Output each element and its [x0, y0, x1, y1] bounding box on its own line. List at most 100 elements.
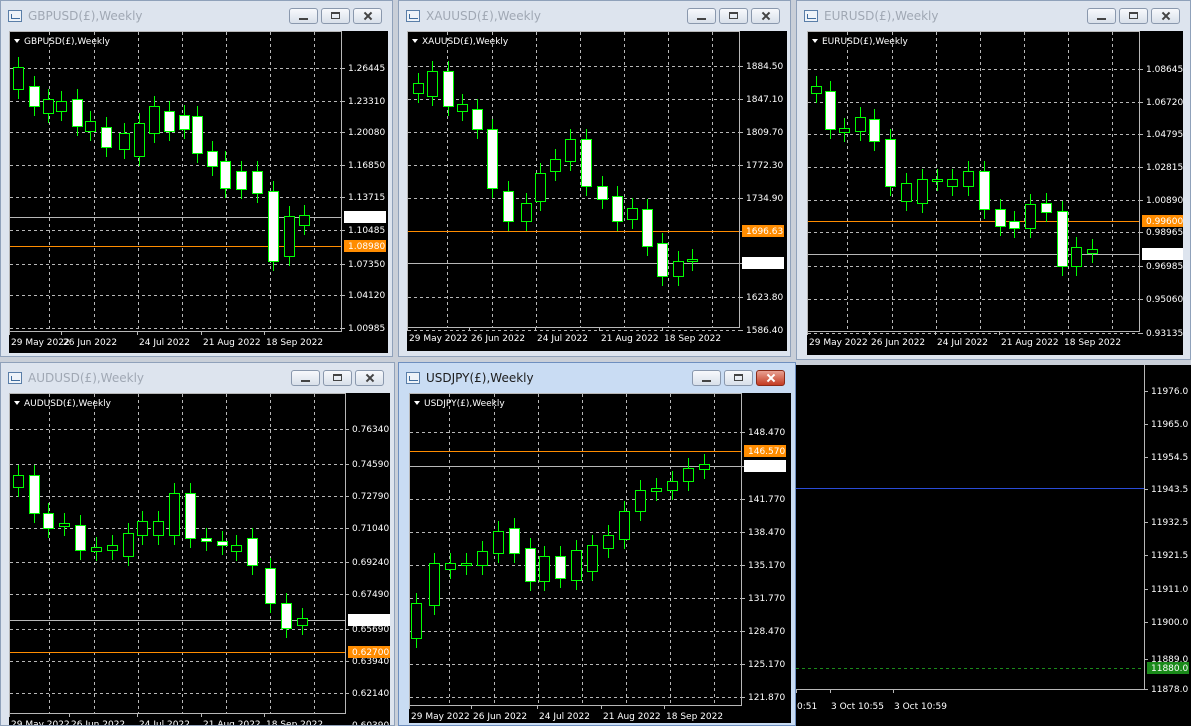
maximize-button[interactable]	[719, 8, 748, 24]
candlestick-chart[interactable]: 0.76340 0.74590 0.72790 0.71040 0.69240 0.674…	[9, 393, 390, 725]
minimize-button[interactable]	[1087, 8, 1116, 24]
price-axis-label: 1.00890	[1146, 196, 1183, 206]
tick-chart[interactable]: 11976.0 11965.0 11954.5 11943.5 11932.5 11921…	[796, 365, 1191, 726]
candle-body	[43, 99, 54, 114]
candle-body	[571, 550, 582, 581]
bid-price-label: 11880.0	[1151, 664, 1188, 674]
maximize-button[interactable]	[323, 370, 352, 386]
candle-body	[91, 547, 102, 552]
maximize-button[interactable]	[1119, 8, 1148, 24]
price-chart[interactable]: 1.26445 1.23310 1.20080 1.16850 1.13715 1.104…	[9, 31, 388, 353]
close-button[interactable]	[355, 370, 384, 386]
title-bar[interactable]: XAUUSD(£),Weekly	[399, 1, 790, 31]
close-button[interactable]	[1151, 8, 1180, 24]
price-axis-label: 11921.5	[1151, 551, 1188, 561]
plot-border	[407, 31, 740, 328]
price-axis-label: 1884.50	[746, 62, 783, 72]
candle-body	[869, 119, 880, 142]
price-axis-label: 135.170	[748, 561, 785, 571]
close-button[interactable]	[751, 8, 780, 24]
candle-body	[297, 618, 308, 626]
candle-body	[839, 128, 850, 133]
tick-chart-window[interactable]: 11976.0 11965.0 11954.5 11943.5 11932.5 11921…	[796, 365, 1191, 726]
candle-body	[477, 551, 488, 566]
minimize-button[interactable]	[692, 370, 721, 386]
candle-body	[1009, 221, 1020, 229]
price-axis-label: 131.770	[748, 594, 785, 604]
price-chart[interactable]: 1.08645 1.06720 1.04795 1.02815 1.00890 0.989…	[807, 31, 1183, 355]
title-bar[interactable]: GBPUSD(£),Weekly	[1, 1, 392, 31]
price-axis-label: 0.98965	[1146, 228, 1183, 238]
price-chart[interactable]: 1884.50 1847.10 1809.70 1772.30 1734.90 1623.…	[407, 31, 787, 351]
close-button[interactable]	[756, 370, 785, 386]
price-axis-label: 1.07350	[348, 260, 385, 270]
price-axis-label: 1.26445	[348, 64, 385, 74]
price-axis-label: 0.67490	[352, 590, 389, 600]
candle-body	[411, 603, 422, 639]
title-bar[interactable]: EURUSD(£),Weekly	[797, 1, 1190, 31]
time-axis-label: 29 May 2022	[11, 720, 70, 725]
ask-price-label: 0.62700	[352, 648, 389, 658]
candle-body	[13, 475, 24, 488]
candlestick-chart[interactable]: 1884.50 1847.10 1809.70 1772.30 1734.90 1623.…	[407, 31, 787, 351]
price-axis-label: 0.69240	[352, 558, 389, 568]
candle-body	[1025, 204, 1036, 229]
close-button[interactable]	[353, 8, 382, 24]
price-axis-label: 11878.0	[1151, 685, 1188, 695]
candle-body	[236, 171, 247, 190]
minimize-button[interactable]	[289, 8, 318, 24]
title-bar[interactable]: AUDUSD(£),Weekly	[1, 363, 394, 393]
price-axis-label: 1.08645	[1146, 65, 1183, 75]
candle-body	[673, 261, 684, 277]
chart-menu-icon	[14, 401, 20, 405]
candle-body	[29, 86, 40, 107]
price-axis-label: 1.10485	[348, 226, 385, 236]
plot-border	[9, 31, 342, 332]
candle-body	[687, 259, 698, 262]
candle-body	[123, 533, 134, 557]
bid-price-label: 0.97633	[1146, 250, 1183, 260]
chart-window-audusd[interactable]: AUDUSD(£),Weekly 0.76340 0.74590 0.72790 0.…	[0, 362, 395, 726]
chart-menu-icon	[412, 39, 418, 43]
time-axis-label: 29 May 2022	[409, 334, 468, 344]
price-axis-label: 0.95060	[1146, 295, 1183, 305]
candle-body	[855, 117, 866, 132]
time-axis-label: 18 Sep 2022	[666, 712, 723, 722]
candle-body	[107, 545, 118, 551]
price-axis-label: 138.470	[748, 528, 785, 538]
minimize-button[interactable]	[291, 370, 320, 386]
time-axis-label: 26 Jun 2022	[871, 338, 925, 348]
price-chart[interactable]: 0.76340 0.74590 0.72790 0.71040 0.69240 0.674…	[9, 393, 390, 725]
chart-window-eurusd[interactable]: EURUSD(£),Weekly 1.08645 1.06720 1.04795 1.…	[796, 0, 1191, 360]
candlestick-chart[interactable]: 148.470 141.770 138.470 135.170 131.770 128.4…	[409, 393, 791, 723]
candlestick-chart[interactable]: 1.26445 1.23310 1.20080 1.16850 1.13715 1.104…	[9, 31, 388, 353]
price-axis-label: 1.13715	[348, 193, 385, 203]
candle-body	[427, 71, 438, 97]
maximize-button[interactable]	[321, 8, 350, 24]
candle-body	[119, 133, 130, 150]
chart-window-gbpusd[interactable]: GBPUSD(£),Weekly 1.26445 1.23310 1.20080 1.…	[0, 0, 393, 357]
candlestick-chart[interactable]: 1.08645 1.06720 1.04795 1.02815 1.00890 0.989…	[807, 31, 1183, 355]
chart-window-xauusd[interactable]: XAUUSD(£),Weekly 1884.50 1847.10 1809.70 17…	[398, 0, 791, 357]
candle-body	[457, 104, 468, 112]
time-axis-label: 18 Sep 2022	[266, 338, 323, 348]
chart-menu-icon	[14, 39, 20, 43]
price-axis-label: 1.20080	[348, 128, 385, 138]
price-chart[interactable]: 148.470 141.770 138.470 135.170 131.770 128.4…	[409, 393, 791, 723]
price-axis-label: 1.02815	[1146, 163, 1183, 173]
maximize-button[interactable]	[724, 370, 753, 386]
price-axis-label: 0.72790	[352, 492, 389, 502]
time-axis-label: 29 May 2022	[11, 338, 70, 348]
candle-body	[811, 86, 822, 94]
candle-body	[443, 71, 454, 107]
price-axis-label: 0.96985	[1146, 262, 1183, 272]
candle-body	[683, 468, 694, 482]
time-axis-label: 18 Sep 2022	[664, 334, 721, 344]
title-bar[interactable]: USDJPY(£),Weekly	[399, 363, 795, 393]
chart-window-icon	[406, 10, 420, 22]
candle-body	[619, 511, 630, 540]
chart-window-usdjpy[interactable]: USDJPY(£),Weekly 148.470 141.770 138.470 13…	[398, 362, 796, 726]
candle-body	[220, 161, 231, 189]
chart-window-icon	[8, 372, 22, 384]
minimize-button[interactable]	[687, 8, 716, 24]
